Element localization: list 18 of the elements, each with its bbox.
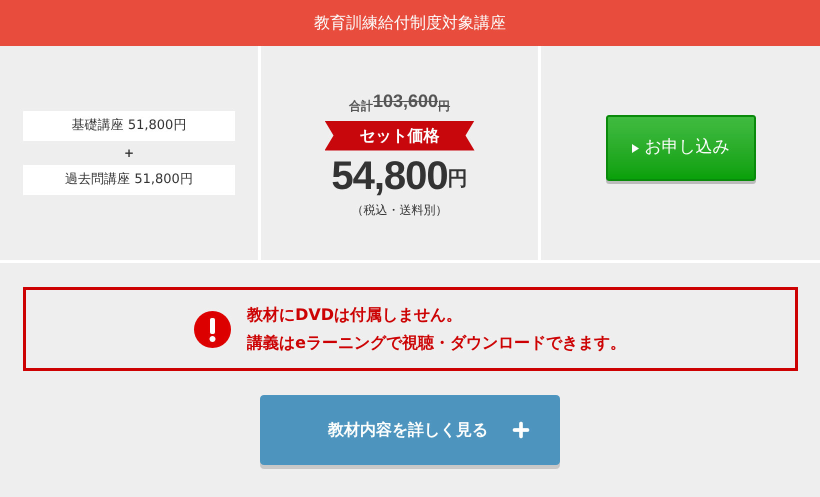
notice-text: 講義はeラーニングで視聴・ダウンロードできます。 [247,332,626,354]
course-item: 過去問講座 51,800円 [23,165,235,195]
apply-button[interactable]: お申し込み [606,115,756,181]
total-label: 合計 [348,98,373,114]
notice-text: 教材にDVDは付属しません。 [247,304,464,326]
play-icon [632,144,638,152]
tax-note: （税込・送料別） [352,202,448,218]
set-price-ribbon: セット価格 [324,120,474,150]
set-price-unit: 円 [448,164,468,192]
set-price: 54,800 [331,152,448,198]
plus-icon [510,419,532,441]
original-price: 103,600 [372,90,438,110]
header-title: 教育訓練給付制度対象講座 [314,12,506,34]
details-button[interactable]: 教材内容を詳しく見る [260,395,560,465]
plus-text: + [124,145,134,162]
original-price-unit: 円 [438,98,450,114]
exclamation-icon [194,310,232,348]
course-item: 基礎講座 51,800円 [23,111,235,141]
